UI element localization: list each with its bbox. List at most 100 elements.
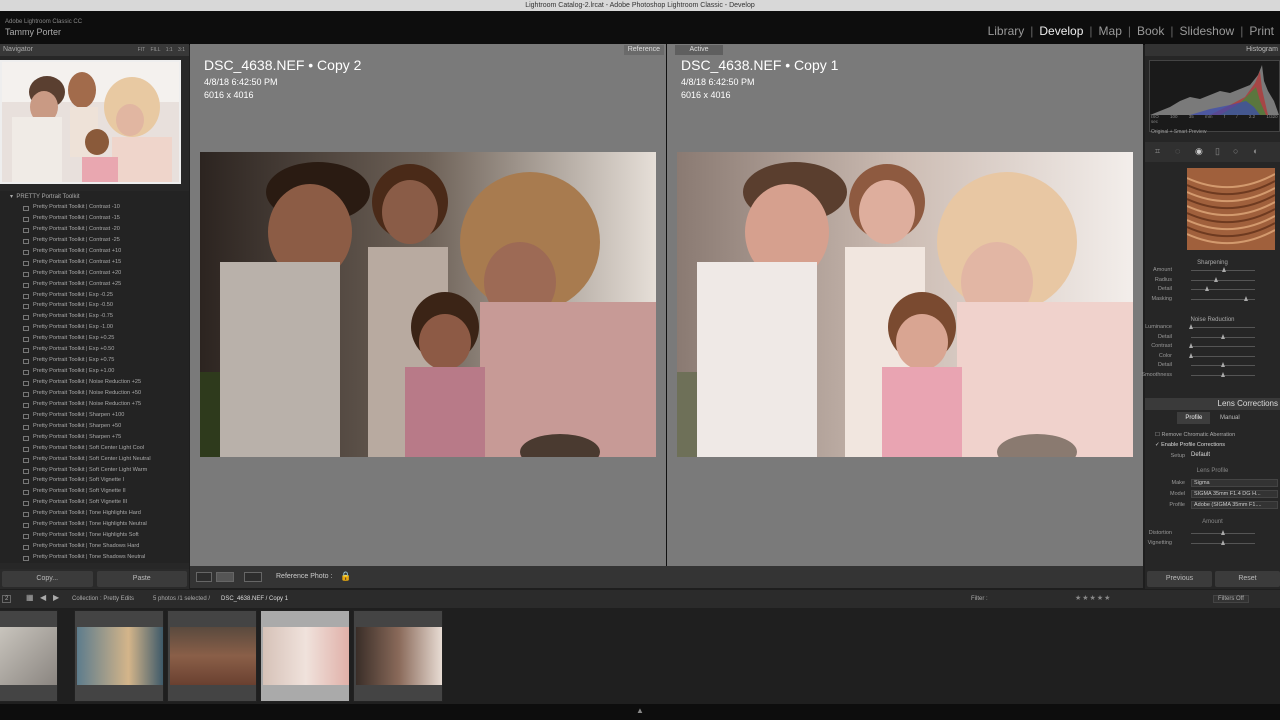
model-select[interactable]: SIGMA 35mm F1.4 DG H...	[1191, 490, 1278, 498]
graduated-filter-icon[interactable]: ▯	[1215, 146, 1220, 157]
preset-item[interactable]: Pretty Portrait Toolkit | Noise Reductio…	[0, 388, 189, 399]
preset-item[interactable]: Pretty Portrait Toolkit | Contrast +10	[0, 246, 189, 257]
slider-row[interactable]: Detail	[1145, 285, 1280, 295]
zoom-3-1[interactable]: 3:1	[178, 47, 185, 53]
slider-knob[interactable]	[1204, 286, 1209, 291]
spot-removal-icon[interactable]: ◌	[1175, 146, 1180, 156]
preset-item[interactable]: Pretty Portrait Toolkit | Contrast +25	[0, 279, 189, 290]
before-after-button[interactable]	[244, 572, 262, 582]
vignetting-slider[interactable]: Vignetting	[1145, 539, 1280, 549]
collection-label[interactable]: Collection : Pretty Edits	[72, 596, 134, 602]
grid-icon[interactable]: ▦	[26, 593, 34, 602]
preset-item[interactable]: Pretty Portrait Toolkit | Sharpen +50	[0, 421, 189, 432]
module-slideshow[interactable]: Slideshow	[1173, 24, 1240, 38]
preset-item[interactable]: Pretty Portrait Toolkit | Contrast +20	[0, 268, 189, 279]
reference-pane[interactable]: Reference DSC_4638.NEF • Copy 2 4/8/18 6…	[190, 44, 666, 566]
lens-corrections-header[interactable]: Lens Corrections	[1145, 398, 1280, 410]
copy-button[interactable]: Copy...	[2, 571, 93, 587]
filmstrip-thumb[interactable]	[167, 610, 257, 702]
preset-item[interactable]: Pretty Portrait Toolkit | Tone Highlight…	[0, 519, 189, 530]
slider-knob[interactable]	[1220, 539, 1225, 545]
preset-item[interactable]: Pretty Portrait Toolkit | Soft Vignette …	[0, 475, 189, 486]
setup-value[interactable]: Default	[1191, 452, 1210, 458]
preset-item[interactable]: Pretty Portrait Toolkit | Tone Shadows N…	[0, 552, 189, 563]
reference-photo[interactable]	[200, 152, 656, 457]
preset-item[interactable]: Pretty Portrait Toolkit | Exp +0.25	[0, 333, 189, 344]
preset-item[interactable]: Pretty Portrait Toolkit | Soft Center Li…	[0, 443, 189, 454]
current-filename[interactable]: DSC_4638.NEF / Copy 1	[221, 596, 288, 602]
zoom-fit[interactable]: FIT	[138, 47, 145, 53]
collapse-arrow-icon[interactable]: ▲	[636, 706, 644, 715]
radial-filter-icon[interactable]: ○	[1233, 146, 1238, 156]
module-develop[interactable]: Develop	[1033, 24, 1089, 38]
preset-item[interactable]: Pretty Portrait Toolkit | Tone Highlight…	[0, 530, 189, 541]
preset-item[interactable]: Pretty Portrait Toolkit | Exp -0.75	[0, 311, 189, 322]
slider-knob[interactable]	[1220, 333, 1225, 339]
detail-zoom-preview[interactable]	[1187, 168, 1275, 250]
slider-knob[interactable]	[1188, 343, 1193, 348]
preset-item[interactable]: Pretty Portrait Toolkit | Exp -0.25	[0, 290, 189, 301]
make-select[interactable]: Sigma	[1191, 479, 1278, 487]
filters-select[interactable]: Filters Off	[1213, 595, 1249, 603]
slider-row[interactable]: Luminance	[1145, 323, 1280, 333]
paste-button[interactable]: Paste	[96, 571, 187, 587]
preset-item[interactable]: Pretty Portrait Toolkit | Soft Vignette …	[0, 497, 189, 508]
navigator-preview[interactable]	[0, 60, 181, 184]
preset-item[interactable]: Pretty Portrait Toolkit | Exp -0.50	[0, 300, 189, 311]
zoom-1-1[interactable]: 1:1	[166, 47, 173, 53]
preset-item[interactable]: Pretty Portrait Toolkit | Contrast -20	[0, 224, 189, 235]
histogram-header[interactable]: Histogram	[1145, 44, 1280, 56]
preset-item[interactable]: Pretty Portrait Toolkit | Soft Center Li…	[0, 454, 189, 465]
zoom-fill[interactable]: FILL	[150, 47, 160, 53]
slider-row[interactable]: Amount	[1145, 266, 1280, 276]
preset-item[interactable]: Pretty Portrait Toolkit | Contrast +15	[0, 257, 189, 268]
slider-knob[interactable]	[1244, 295, 1249, 301]
preset-item[interactable]: Pretty Portrait Toolkit | Contrast -15	[0, 213, 189, 224]
enable-profile-checkbox[interactable]: ✓ Enable Profile Corrections	[1155, 442, 1225, 448]
crop-icon[interactable]: ⌗	[1155, 146, 1160, 157]
slider-knob[interactable]	[1214, 276, 1219, 282]
adjustment-brush-icon[interactable]: ◐	[1253, 146, 1258, 156]
active-pane[interactable]: Active DSC_4638.NEF • Copy 1 4/8/18 6:42…	[667, 44, 1143, 566]
preset-item[interactable]: Pretty Portrait Toolkit | Exp +1.00	[0, 366, 189, 377]
slider-knob[interactable]	[1221, 267, 1226, 272]
slider-knob[interactable]	[1188, 324, 1193, 329]
module-map[interactable]: Map	[1093, 24, 1128, 38]
preset-item[interactable]: Pretty Portrait Toolkit | Exp +0.50	[0, 344, 189, 355]
secondary-window-button[interactable]: 2	[2, 595, 12, 603]
preset-group[interactable]: ▾ PRETTY Portrait Toolkit	[0, 191, 189, 202]
rating-filter-stars[interactable]: ★★★★★	[1075, 594, 1111, 602]
reset-button[interactable]: Reset	[1215, 571, 1280, 587]
preset-item[interactable]: Pretty Portrait Toolkit | Contrast -10	[0, 202, 189, 213]
preset-item[interactable]: Pretty Portrait Toolkit | Noise Reductio…	[0, 399, 189, 410]
filmstrip-thumb[interactable]	[353, 610, 443, 702]
preset-item[interactable]: Pretty Portrait Toolkit | Sharpen +100	[0, 410, 189, 421]
preset-item[interactable]: Pretty Portrait Toolkit | Sharpen +75	[0, 432, 189, 443]
slider-row[interactable]: Detail	[1145, 333, 1280, 343]
module-book[interactable]: Book	[1131, 24, 1170, 38]
filmstrip-thumb[interactable]	[74, 610, 164, 702]
tab-profile[interactable]: Profile	[1177, 412, 1211, 424]
slider-row[interactable]: Detail	[1145, 361, 1280, 371]
slider-row[interactable]: Contrast	[1145, 342, 1280, 352]
previous-button[interactable]: Previous	[1147, 571, 1212, 587]
loupe-view-button[interactable]	[196, 572, 212, 582]
slider-row[interactable]: Radius	[1145, 276, 1280, 286]
slider-knob[interactable]	[1188, 352, 1193, 358]
filmstrip-thumb[interactable]	[0, 610, 58, 702]
module-print[interactable]: Print	[1243, 24, 1280, 38]
preset-item[interactable]: Pretty Portrait Toolkit | Contrast -25	[0, 235, 189, 246]
tab-manual[interactable]: Manual	[1212, 412, 1248, 424]
slider-row[interactable]: Masking	[1145, 295, 1280, 305]
module-library[interactable]: Library	[982, 24, 1031, 38]
lock-icon[interactable]: 🔒	[340, 571, 351, 582]
red-eye-icon[interactable]: ◉	[1195, 146, 1203, 157]
preset-item[interactable]: Pretty Portrait Toolkit | Tone Highlight…	[0, 508, 189, 519]
bottom-panel-toggle[interactable]: ▲	[0, 704, 1280, 720]
slider-knob[interactable]	[1220, 530, 1225, 535]
active-photo[interactable]	[677, 152, 1133, 457]
slider-knob[interactable]	[1220, 371, 1225, 377]
back-arrow-icon[interactable]: ◀	[40, 593, 46, 602]
preset-item[interactable]: Pretty Portrait Toolkit | Noise Reductio…	[0, 377, 189, 388]
preset-item[interactable]: Pretty Portrait Toolkit | Tone Shadows H…	[0, 541, 189, 552]
